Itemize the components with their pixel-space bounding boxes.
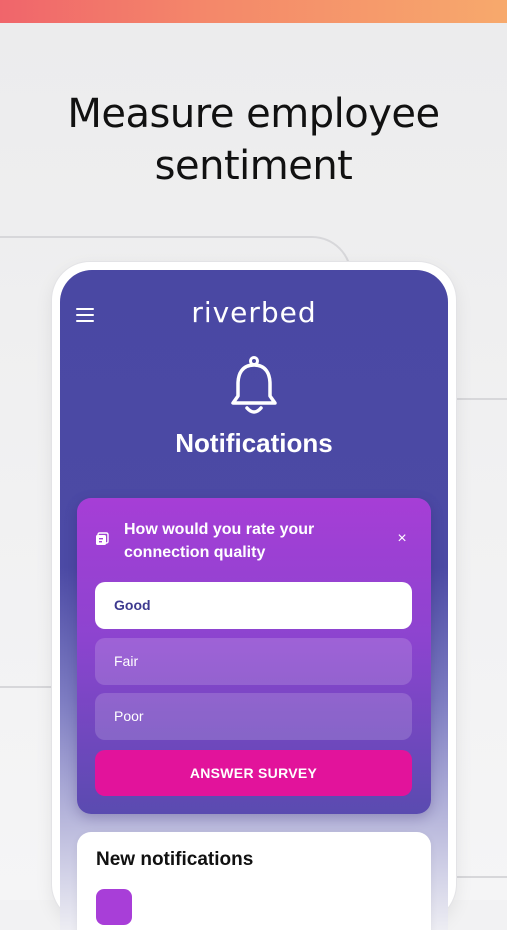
survey-icon <box>96 532 109 545</box>
new-notifications-title: New notifications <box>96 849 254 870</box>
bell-icon <box>231 356 277 414</box>
answer-survey-button[interactable]: ANSWER SURVEY <box>95 750 412 796</box>
headline-line-2: sentiment <box>154 143 353 189</box>
notification-icon <box>96 889 132 925</box>
survey-option-fair[interactable]: Fair <box>95 638 412 685</box>
new-notifications-card: New notifications <box>77 832 431 930</box>
survey-card: How would you rate your connection quali… <box>77 498 431 814</box>
headline-line-1: Measure employee <box>67 91 440 137</box>
decorative-line <box>455 398 507 400</box>
decorative-line <box>455 876 507 878</box>
brand-logo: riverbed <box>191 296 317 329</box>
survey-option-good[interactable]: Good <box>95 582 412 629</box>
phone-screen: riverbed Notifications How would you rat… <box>60 270 448 930</box>
phone-frame: riverbed Notifications How would you rat… <box>52 262 456 930</box>
decorative-line <box>0 686 52 688</box>
survey-option-poor[interactable]: Poor <box>95 693 412 740</box>
close-icon[interactable]: × <box>395 531 409 547</box>
screen-title: Notifications <box>175 428 333 458</box>
promo-headline: Measure employee sentiment <box>0 88 507 192</box>
top-accent-bar <box>0 0 507 23</box>
survey-question: How would you rate your connection quali… <box>124 521 315 561</box>
